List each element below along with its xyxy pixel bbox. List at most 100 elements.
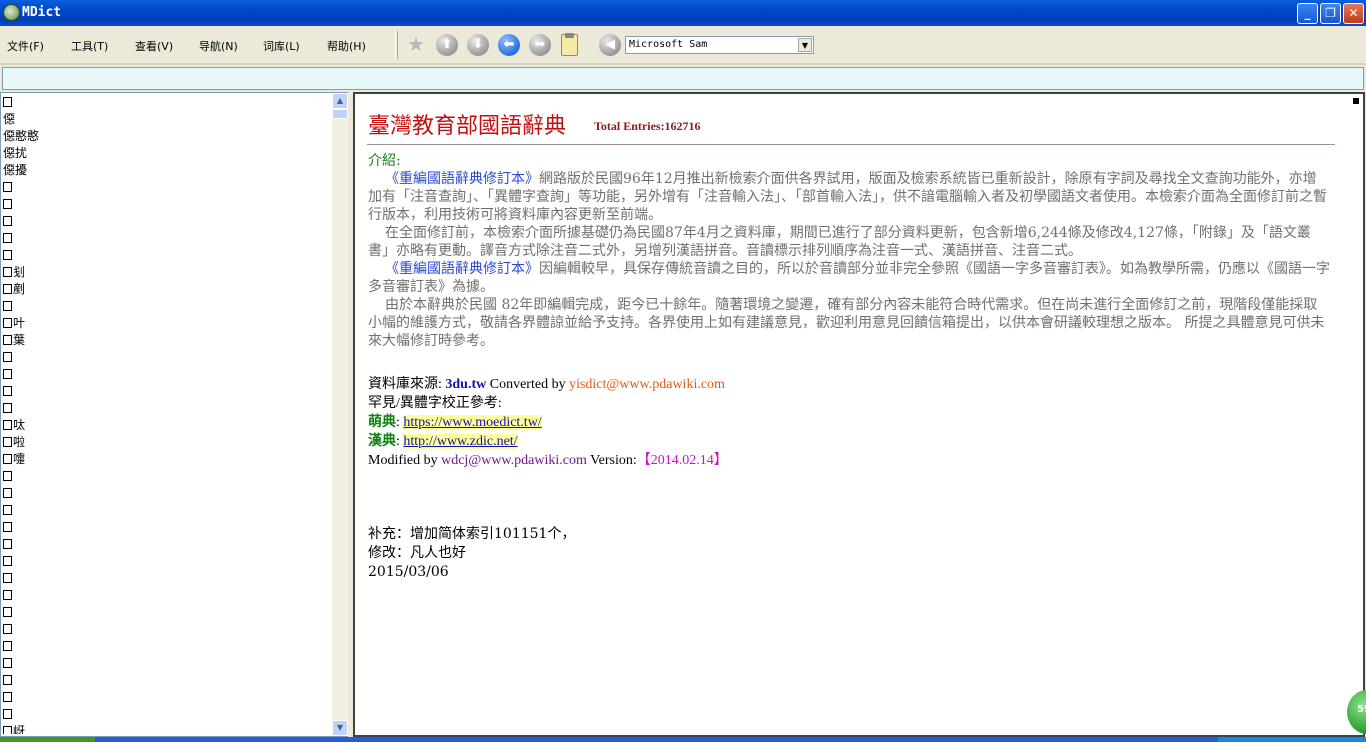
word-list-item[interactable]: 剷 [3, 281, 331, 298]
word-list-item[interactable]: 僫扰 [3, 145, 331, 162]
word-list-item[interactable]: 葉 [3, 332, 331, 349]
down-icon[interactable]: ⬇ [467, 34, 489, 56]
toolbar-grip[interactable] [395, 31, 398, 59]
book-title-link[interactable]: 《重編國語辭典修訂本》 [385, 171, 539, 187]
start-button[interactable] [0, 737, 95, 742]
chevron-down-icon[interactable]: ▼ [798, 38, 812, 52]
book-title-link[interactable]: 《重編國語辭典修訂本》 [385, 261, 539, 277]
missing-glyph-box [3, 590, 12, 600]
intro-paragraph-4: 由於本辭典於民國 82年即編輯完成，距今已十餘年。隨著環境之變遷，確有部分內容未… [368, 297, 1325, 349]
reference-moedict: 萌典: https://www.moedict.tw/ [368, 415, 542, 430]
scroll-up-icon[interactable]: ▲ [332, 93, 348, 109]
word-list-item[interactable] [3, 655, 331, 672]
version-label: Version: [590, 453, 637, 468]
word-list-item[interactable]: 岈 [3, 723, 331, 734]
menu-tools[interactable]: 工具(T) [71, 38, 108, 54]
source-info: 資料庫來源: 3du.tw Converted by yisdict@www.p… [368, 375, 1330, 470]
word-list-item[interactable] [3, 349, 331, 366]
word-list[interactable]: 僫僫憨憨 僫扰 僫擾刬剷叶葉呔啦嚏岈 [3, 94, 331, 734]
word-list-item[interactable] [3, 604, 331, 621]
moedict-link[interactable]: https://www.moedict.tw/ [403, 415, 542, 430]
missing-glyph-box [3, 284, 12, 294]
word-list-item[interactable] [3, 179, 331, 196]
scroll-thumb[interactable] [332, 109, 348, 119]
corner-mark [1353, 98, 1359, 104]
word-list-item[interactable] [3, 570, 331, 587]
missing-glyph-box [3, 726, 12, 734]
word-list-item[interactable] [3, 298, 331, 315]
word-text: 呔 [13, 418, 26, 432]
maximize-button[interactable]: ❐ [1320, 3, 1341, 24]
word-list-item[interactable] [3, 366, 331, 383]
missing-glyph-box [3, 216, 12, 226]
word-list-item[interactable]: 僫 [3, 111, 331, 128]
menu-file[interactable]: 文件(F) [7, 38, 44, 54]
word-list-item[interactable] [3, 196, 331, 213]
menu-view[interactable]: 查看(V) [135, 38, 173, 54]
menu-navigate[interactable]: 导航(N) [199, 38, 238, 54]
word-list-item[interactable]: 刬 [3, 264, 331, 281]
voice-select[interactable]: Microsoft Sam ▼ [625, 36, 814, 54]
sidebar-scrollbar[interactable]: ▲ ▼ [332, 93, 348, 736]
word-list-item[interactable]: 啦 [3, 434, 331, 451]
word-list-item[interactable] [3, 638, 331, 655]
word-list-item[interactable] [3, 553, 331, 570]
word-list-item[interactable] [3, 94, 331, 111]
close-button[interactable]: ✕ [1343, 3, 1364, 24]
scroll-down-icon[interactable]: ▼ [332, 720, 348, 736]
word-list-item[interactable] [3, 213, 331, 230]
up-icon[interactable]: ⬆ [436, 34, 458, 56]
menu-help[interactable]: 帮助(H) [327, 38, 366, 54]
word-list-item[interactable] [3, 536, 331, 553]
dictionary-title: 臺灣教育部國語辭典 [368, 114, 567, 139]
word-list-item[interactable] [3, 400, 331, 417]
missing-glyph-box [3, 352, 12, 362]
modify-line: 修改：凡人也好 [368, 545, 466, 561]
word-list-item[interactable]: 嚏 [3, 451, 331, 468]
word-list-item[interactable] [3, 706, 331, 723]
word-list-item[interactable]: 叶 [3, 315, 331, 332]
missing-glyph-box [3, 267, 12, 277]
word-text: 僫擾 [3, 163, 28, 177]
word-list-item[interactable] [3, 468, 331, 485]
word-list-item[interactable]: 僫憨憨 [3, 128, 331, 145]
modified-label: Modified by [368, 453, 438, 468]
word-list-item[interactable] [3, 230, 331, 247]
word-list-item[interactable]: 呔 [3, 417, 331, 434]
word-text: 啦 [13, 435, 26, 449]
clipboard-icon[interactable] [561, 33, 578, 56]
intro-paragraph-2: 在全面修訂前，本檢索介面所據基礎仍為民國87年4月之資料庫，期間已進行了部分資料… [368, 225, 1311, 259]
minimize-button[interactable]: _ [1297, 3, 1318, 24]
missing-glyph-box [3, 607, 12, 617]
word-list-item[interactable] [3, 689, 331, 706]
menu-library[interactable]: 词库(L) [263, 38, 300, 54]
intro-paragraph-3: 《重編國語辭典修訂本》因編輯較早，具保存傳統音讀之目的，所以於音讀部分並非完全參… [368, 260, 1330, 296]
word-text: 岈 [13, 724, 26, 734]
zdic-link[interactable]: http://www.zdic.net/ [403, 434, 518, 449]
date-line: 2015/03/06 [368, 564, 449, 580]
word-list-item[interactable] [3, 672, 331, 689]
word-list-item[interactable] [3, 621, 331, 638]
speaker-icon[interactable]: ◀ [599, 34, 621, 56]
word-list-item[interactable] [3, 587, 331, 604]
app-icon[interactable] [3, 4, 20, 21]
word-list-item[interactable] [3, 485, 331, 502]
missing-glyph-box [3, 403, 12, 413]
word-list-item[interactable]: 僫擾 [3, 162, 331, 179]
title-bar: MDict _ ❐ ✕ [0, 0, 1366, 26]
supplement-line: 补充：增加简体索引101151个， [368, 526, 576, 542]
word-list-item[interactable] [3, 383, 331, 400]
missing-glyph-box [3, 488, 12, 498]
search-input[interactable] [2, 67, 1364, 90]
word-list-item[interactable] [3, 247, 331, 264]
converted-by: yisdict@www.pdawiki.com [569, 377, 725, 392]
intro-paragraph-1: 《重編國語辭典修訂本》網路版於民國96年12月推出新檢索介面供各界試用，版面及檢… [368, 170, 1330, 224]
forward-icon[interactable]: ➡ [529, 34, 551, 56]
star-icon[interactable]: ★ [405, 34, 427, 56]
back-icon[interactable]: ⬅ [498, 34, 520, 56]
supplement-info: 补充：增加简体索引101151个， 修改：凡人也好 2015/03/06 [368, 525, 575, 582]
missing-glyph-box [3, 505, 12, 515]
word-list-item[interactable] [3, 519, 331, 536]
missing-glyph-box [3, 573, 12, 583]
word-list-item[interactable] [3, 502, 331, 519]
